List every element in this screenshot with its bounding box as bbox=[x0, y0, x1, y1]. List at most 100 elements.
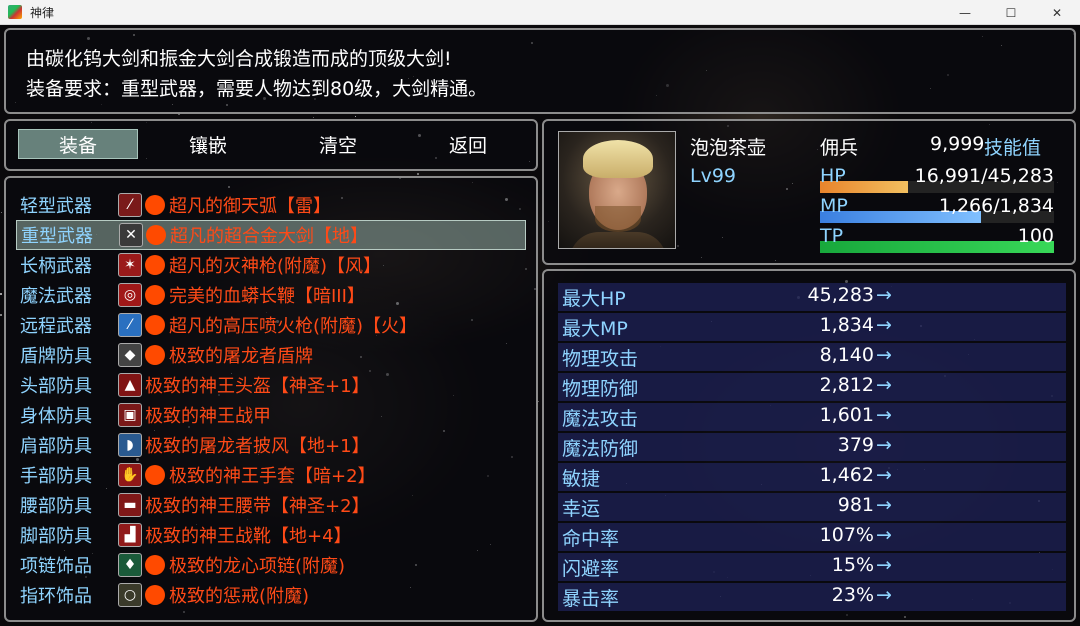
equipment-slot-row[interactable]: 长柄武器 ✶ 超凡的灭神枪(附魔)【风】 bbox=[16, 250, 526, 280]
parameter-label: 最大MP bbox=[562, 318, 628, 340]
parameter-label: 魔法防御 bbox=[562, 438, 639, 460]
portrait-beard bbox=[595, 206, 641, 232]
parameter-value: 45,283 bbox=[807, 284, 874, 306]
equipment-slot-row[interactable]: 远程武器 ⁄ 超凡的高压喷火枪(附魔)【火】 bbox=[16, 310, 526, 340]
equip-command[interactable]: 装备 bbox=[18, 129, 138, 159]
parameter-row: 命中率 107% → bbox=[558, 523, 1066, 551]
parameter-row: 最大MP 1,834 → bbox=[558, 313, 1066, 341]
portrait-collar bbox=[569, 232, 667, 248]
right-arrow-icon: → bbox=[876, 524, 892, 546]
equipment-item-name: 超凡的高压喷火枪(附魔)【火】 bbox=[169, 316, 418, 337]
equipment-item-name: 极致的屠龙者盾牌 bbox=[169, 346, 313, 367]
actor-status-window: 泡泡茶壶 Lv99 佣兵 9,999 技能值 HP 16,991/45,283 … bbox=[542, 119, 1076, 265]
parameter-label: 命中率 bbox=[562, 528, 620, 550]
right-arrow-icon: → bbox=[876, 374, 892, 396]
gauntlet-icon: ✋ bbox=[118, 463, 142, 487]
right-arrow-icon: → bbox=[876, 494, 892, 516]
star-decoration bbox=[313, 117, 314, 118]
equipment-slot-label: 肩部防具 bbox=[20, 436, 92, 457]
back-command-label: 返回 bbox=[448, 134, 487, 157]
helmet-icon: ▲ bbox=[118, 373, 142, 397]
back-command[interactable]: 返回 bbox=[408, 129, 528, 159]
equipment-slot-row[interactable]: 轻型武器 ⁄ 超凡的御天弧【雷】 bbox=[16, 190, 526, 220]
equipment-slot-row[interactable]: 魔法武器 ◎ 完美的血蟒长鞭【暗III】 bbox=[16, 280, 526, 310]
equipment-item-name: 超凡的灭神枪(附魔)【风】 bbox=[169, 256, 382, 277]
equipment-item-name: 超凡的超合金大剑【地】 bbox=[170, 226, 368, 247]
parameter-label: 敏捷 bbox=[562, 468, 601, 490]
cape-icon: ◗ bbox=[118, 433, 142, 457]
parameter-label: 暴击率 bbox=[562, 588, 620, 610]
parameter-row: 物理防御 2,812 → bbox=[558, 373, 1066, 401]
whip-icon: ◎ bbox=[118, 283, 142, 307]
equipment-slot-row[interactable]: 盾牌防具 ◆ 极致的屠龙者盾牌 bbox=[16, 340, 526, 370]
portrait-hair bbox=[583, 140, 653, 178]
parameter-row: 闪避率 15% → bbox=[558, 553, 1066, 581]
parameter-label: 物理攻击 bbox=[562, 348, 639, 370]
right-arrow-icon: → bbox=[876, 314, 892, 336]
equipment-slot-row[interactable]: 重型武器 ✕ 超凡的超合金大剑【地】 bbox=[16, 220, 526, 250]
equipment-slot-label: 手部防具 bbox=[20, 466, 92, 487]
window-title: 神律 bbox=[30, 5, 55, 20]
clear-command[interactable]: 清空 bbox=[278, 129, 398, 159]
belt-icon: ▬ bbox=[118, 493, 142, 517]
shield-icon: ◆ bbox=[118, 343, 142, 367]
actor-portrait bbox=[558, 131, 676, 249]
equipment-item-name: 极致的神王头盔【神圣+1】 bbox=[145, 376, 370, 397]
parameter-value: 15% bbox=[831, 554, 874, 576]
equipment-slot-row[interactable]: 脚部防具 ▟ 极致的神王战靴【地+4】 bbox=[16, 520, 526, 550]
actor-level: Lv99 bbox=[690, 165, 737, 187]
equipment-slot-row[interactable]: 项链饰品 ♦ 极致的龙心项链(附魔) bbox=[16, 550, 526, 580]
socket-command[interactable]: 镶嵌 bbox=[148, 129, 268, 159]
equipment-item-name: 完美的血蟒长鞭【暗III】 bbox=[169, 286, 365, 307]
equipment-item-name: 极致的神王腰带【神圣+2】 bbox=[145, 496, 370, 517]
actor-class: 佣兵 bbox=[820, 137, 859, 159]
parameter-value: 107% bbox=[819, 524, 874, 546]
star-decoration bbox=[417, 173, 419, 175]
star-decoration bbox=[0, 293, 2, 295]
equipment-slot-row[interactable]: 头部防具 ▲ 极致的神王头盔【神圣+1】 bbox=[16, 370, 526, 400]
window-controls: — ☐ ✕ bbox=[942, 0, 1080, 25]
equipment-slot-label: 远程武器 bbox=[20, 316, 92, 337]
parameter-value: 1,834 bbox=[819, 314, 874, 336]
right-arrow-icon: → bbox=[876, 554, 892, 576]
rarity-dot-icon bbox=[145, 255, 165, 275]
equipment-slot-label: 指环饰品 bbox=[20, 586, 92, 607]
equipment-slot-row[interactable]: 肩部防具 ◗ 极致的屠龙者披风【地+1】 bbox=[16, 430, 526, 460]
parameter-row: 最大HP 45,283 → bbox=[558, 283, 1066, 311]
equipment-slot-row[interactable]: 指环饰品 ○ 极致的惩戒(附魔) bbox=[16, 580, 526, 610]
clear-command-label: 清空 bbox=[318, 134, 357, 157]
maximize-button[interactable]: ☐ bbox=[988, 0, 1034, 25]
rarity-dot-icon bbox=[145, 285, 165, 305]
right-arrow-icon: → bbox=[876, 404, 892, 426]
star-decoration bbox=[355, 116, 356, 117]
rarity-dot-icon bbox=[145, 315, 165, 335]
skill-points-label: 技能值 bbox=[984, 137, 1042, 159]
hp-value: 16,991/45,283 bbox=[914, 165, 1054, 187]
right-arrow-icon: → bbox=[876, 284, 892, 306]
equipment-item-name: 极致的龙心项链(附魔) bbox=[169, 556, 346, 577]
parameter-label: 最大HP bbox=[562, 288, 626, 310]
right-arrow-icon: → bbox=[876, 344, 892, 366]
star-decoration bbox=[538, 401, 539, 402]
equipment-slot-label: 重型武器 bbox=[21, 226, 93, 247]
rarity-dot-icon bbox=[145, 465, 165, 485]
boots-icon: ▟ bbox=[118, 523, 142, 547]
equipment-slot-row[interactable]: 腰部防具 ▬ 极致的神王腰带【神圣+2】 bbox=[16, 490, 526, 520]
minimize-button[interactable]: — bbox=[942, 0, 988, 25]
equipment-item-name: 极致的神王手套【暗+2】 bbox=[169, 466, 376, 487]
equipment-slot-row[interactable]: 手部防具 ✋ 极致的神王手套【暗+2】 bbox=[16, 460, 526, 490]
socket-command-label: 镶嵌 bbox=[188, 134, 227, 157]
spear-icon: ✶ bbox=[118, 253, 142, 277]
mp-value: 1,266/1,834 bbox=[938, 195, 1054, 217]
equip-command-label: 装备 bbox=[58, 134, 97, 157]
close-button[interactable]: ✕ bbox=[1034, 0, 1080, 25]
equipment-item-name: 超凡的御天弧【雷】 bbox=[169, 196, 331, 217]
equipment-slot-row[interactable]: 身体防具 ▣ 极致的神王战甲 bbox=[16, 400, 526, 430]
greatsword-icon: ✕ bbox=[119, 223, 143, 247]
parameter-row: 敏捷 1,462 → bbox=[558, 463, 1066, 491]
gun-icon: ⁄ bbox=[118, 313, 142, 337]
sword-icon: ⁄ bbox=[118, 193, 142, 217]
window-titlebar[interactable]: 神律 — ☐ ✕ bbox=[0, 0, 1080, 25]
equipment-slot-label: 盾牌防具 bbox=[20, 346, 92, 367]
equipment-slot-window: 轻型武器 ⁄ 超凡的御天弧【雷】 重型武器 ✕ 超凡的超合金大剑【地】 长柄武器 ✶ 超凡的灭神… bbox=[4, 176, 538, 622]
